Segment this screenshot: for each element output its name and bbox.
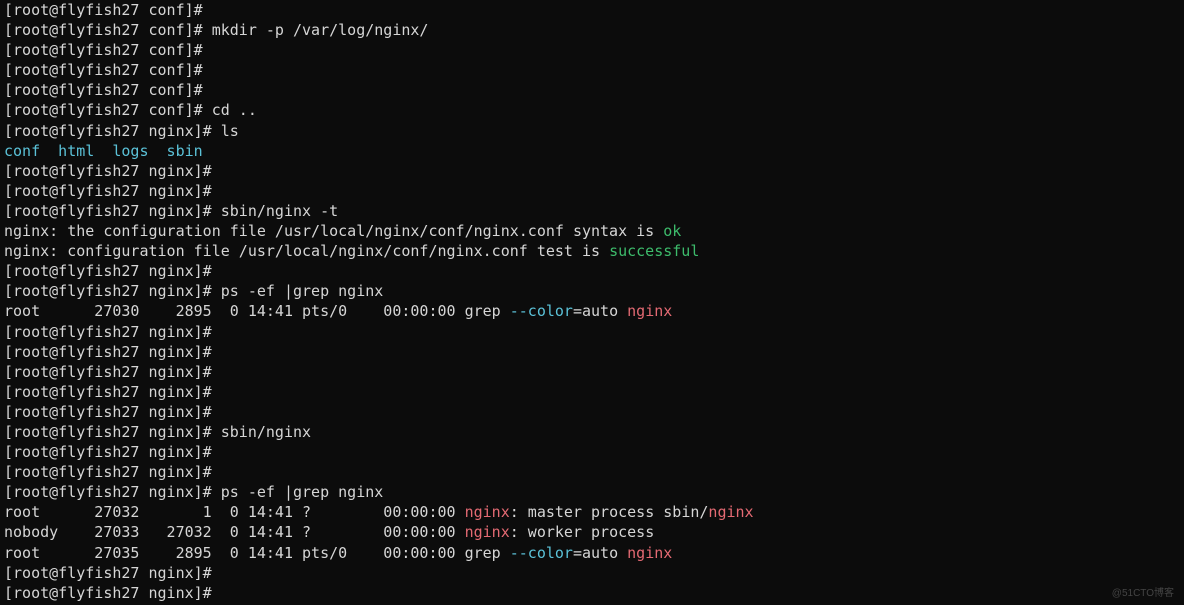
watermark: @51CTO博客 (1112, 584, 1174, 599)
terminal-line: [root@flyfish27 nginx]# (4, 402, 1180, 422)
terminal-line: [root@flyfish27 nginx]# (4, 382, 1180, 402)
terminal-line: [root@flyfish27 conf]# cd .. (4, 100, 1180, 120)
terminal-line: [root@flyfish27 nginx]# (4, 342, 1180, 362)
ps-line: root 27030 2895 0 14:41 pts/0 00:00:00 g… (4, 301, 1180, 321)
terminal-line: [root@flyfish27 nginx]# (4, 322, 1180, 342)
terminal-line: [root@flyfish27 nginx]# (4, 261, 1180, 281)
terminal-line: [root@flyfish27 nginx]# (4, 181, 1180, 201)
ps-line: nobody 27033 27032 0 14:41 ? 00:00:00 ng… (4, 522, 1180, 542)
nginx-test-output: nginx: configuration file /usr/local/ngi… (4, 241, 1180, 261)
terminal-line: [root@flyfish27 nginx]# (4, 583, 1180, 603)
terminal-line: [root@flyfish27 conf]# (4, 40, 1180, 60)
ls-output: conf html logs sbin (4, 141, 1180, 161)
terminal-line: [root@flyfish27 nginx]# sbin/nginx (4, 422, 1180, 442)
ps-line: root 27035 2895 0 14:41 pts/0 00:00:00 g… (4, 543, 1180, 563)
nginx-test-output: nginx: the configuration file /usr/local… (4, 221, 1180, 241)
ps-line: root 27032 1 0 14:41 ? 00:00:00 nginx: m… (4, 502, 1180, 522)
terminal-line: [root@flyfish27 nginx]# (4, 563, 1180, 583)
terminal-line: [root@flyfish27 conf]# (4, 0, 1180, 20)
terminal-line: [root@flyfish27 nginx]# ps -ef |grep ngi… (4, 281, 1180, 301)
terminal-line: [root@flyfish27 conf]# (4, 80, 1180, 100)
terminal-line: [root@flyfish27 nginx]# ps -ef |grep ngi… (4, 482, 1180, 502)
terminal-line: [root@flyfish27 nginx]# ls (4, 121, 1180, 141)
terminal-line: [root@flyfish27 nginx]# (4, 462, 1180, 482)
terminal-line: [root@flyfish27 conf]# mkdir -p /var/log… (4, 20, 1180, 40)
terminal-line: [root@flyfish27 nginx]# (4, 161, 1180, 181)
terminal-line: [root@flyfish27 nginx]# (4, 442, 1180, 462)
terminal-line: [root@flyfish27 nginx]# (4, 362, 1180, 382)
terminal-output[interactable]: [root@flyfish27 conf]# [root@flyfish27 c… (0, 0, 1184, 603)
terminal-line: [root@flyfish27 conf]# (4, 60, 1180, 80)
terminal-line: [root@flyfish27 nginx]# sbin/nginx -t (4, 201, 1180, 221)
